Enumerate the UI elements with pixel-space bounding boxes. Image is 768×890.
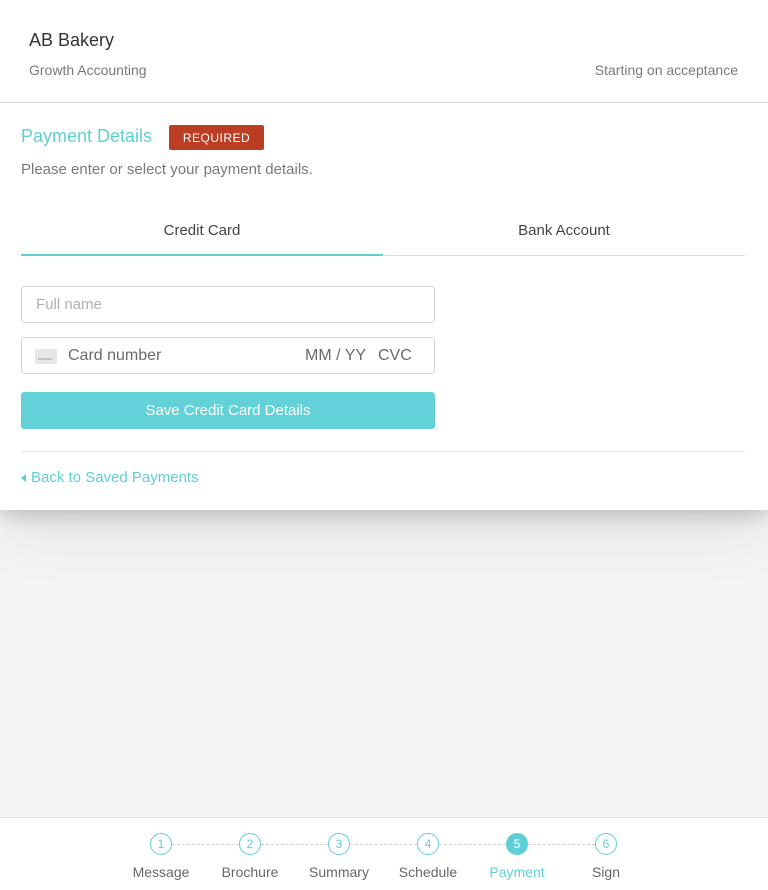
section-title: Payment Details [21, 126, 153, 146]
tab-credit-card[interactable]: Credit Card [21, 205, 383, 256]
step-sign[interactable]: 6 Sign [561, 833, 651, 880]
step-number: 5 [506, 833, 528, 855]
step-payment[interactable]: 5 Payment [472, 833, 562, 880]
back-link-label: Back to Saved Payments [31, 469, 199, 486]
step-brochure[interactable]: 2 Brochure [205, 833, 295, 880]
tab-bank-account[interactable]: Bank Account [383, 205, 745, 255]
step-label: Sign [591, 864, 621, 880]
payment-card: AB Bakery Growth Accounting Starting on … [0, 0, 768, 510]
divider [21, 451, 745, 452]
payment-tabs: Credit Card Bank Account [21, 205, 745, 256]
cvc-input[interactable]: CVC [378, 347, 412, 365]
step-schedule[interactable]: 4 Schedule [383, 833, 473, 880]
step-label: Schedule [398, 864, 458, 880]
full-name-input[interactable] [22, 287, 434, 322]
step-summary[interactable]: 3 Summary [294, 833, 384, 880]
step-number: 1 [150, 833, 172, 855]
step-number: 2 [239, 833, 261, 855]
step-message[interactable]: 1 Message [116, 833, 206, 880]
step-label: Brochure [221, 864, 279, 880]
card-field[interactable]: Card number MM / YY CVC [21, 337, 435, 374]
company-name: AB Bakery [29, 30, 115, 50]
service-name: Growth Accounting [29, 62, 147, 78]
expiry-input[interactable]: MM / YY [305, 347, 366, 365]
credit-card-icon [35, 349, 57, 364]
progress-footer: 1 Message 2 Brochure 3 Summary 4 Schedul… [0, 817, 768, 890]
save-card-button[interactable]: Save Credit Card Details [21, 392, 435, 429]
proposal-header: AB Bakery Growth Accounting Starting on … [0, 0, 768, 103]
step-number: 6 [595, 833, 617, 855]
card-number-input[interactable]: Card number [68, 347, 161, 365]
full-name-field [21, 286, 435, 323]
step-label: Message [132, 864, 190, 880]
step-label: Summary [309, 864, 369, 880]
step-number: 3 [328, 833, 350, 855]
step-number: 4 [417, 833, 439, 855]
instructions-text: Please enter or select your payment deta… [21, 161, 313, 178]
back-to-saved-payments-link[interactable]: Back to Saved Payments [21, 469, 199, 486]
step-label: Payment [489, 864, 545, 880]
start-date: Starting on acceptance [594, 62, 738, 78]
caret-left-icon [21, 473, 26, 482]
required-badge: REQUIRED [169, 125, 264, 150]
